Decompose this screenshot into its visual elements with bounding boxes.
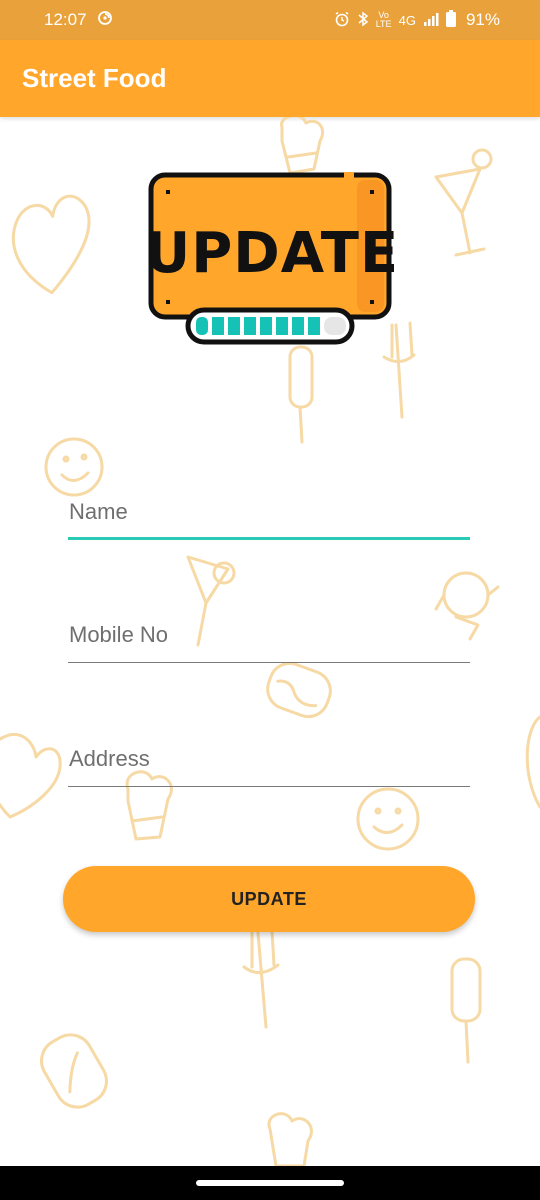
status-icons: Vo LTE 4G — [334, 10, 456, 30]
sync-icon — [97, 10, 113, 31]
ice-cream-icon — [288, 345, 314, 444]
hotdog-icon — [266, 661, 332, 719]
status-time: 12:07 — [44, 10, 87, 29]
heart-icon — [0, 733, 62, 819]
heart-icon — [525, 715, 540, 809]
battery-icon — [445, 10, 456, 30]
update-button[interactable]: UPDATE — [63, 866, 475, 932]
smiley-icon — [356, 787, 420, 851]
address-input[interactable] — [68, 737, 470, 781]
name-field[interactable] — [68, 490, 470, 540]
update-logo: UPDATE — [145, 172, 398, 350]
app-title: Street Food — [22, 63, 167, 93]
name-input[interactable] — [68, 490, 470, 534]
ice-cream-icon — [450, 957, 482, 1064]
name-underline — [68, 537, 470, 540]
logo-text: UPDATE — [148, 221, 394, 286]
mobile-input[interactable] — [68, 613, 470, 657]
volte-label: Vo LTE — [375, 10, 392, 29]
content-area: UPDATE UPDATE — [0, 117, 540, 1166]
app-bar: Street Food — [0, 40, 540, 117]
heart-icon — [11, 194, 91, 295]
network-label: 4G — [398, 12, 416, 28]
mobile-field[interactable] — [68, 613, 470, 663]
chef-hat-icon — [267, 1112, 313, 1166]
cocktail-icon — [434, 148, 493, 257]
mobile-underline — [68, 661, 470, 663]
signal-icon — [423, 12, 439, 29]
chef-hat-icon — [280, 117, 325, 175]
smiley-icon — [44, 437, 104, 497]
fork-icon — [242, 929, 280, 1029]
status-left: 12:07 — [44, 10, 113, 31]
status-right: Vo LTE 4G 91% — [334, 10, 500, 30]
address-field[interactable] — [68, 737, 470, 787]
status-bar: 12:07 Vo LTE 4G 91% — [0, 0, 540, 40]
alarm-icon — [334, 11, 350, 30]
bluetooth-icon — [357, 11, 369, 30]
navigation-bar — [0, 1166, 540, 1200]
battery-percent: 91% — [465, 10, 500, 29]
home-gesture-handle[interactable] — [196, 1180, 344, 1186]
address-underline — [68, 785, 470, 787]
hotdog-icon — [40, 1033, 108, 1109]
